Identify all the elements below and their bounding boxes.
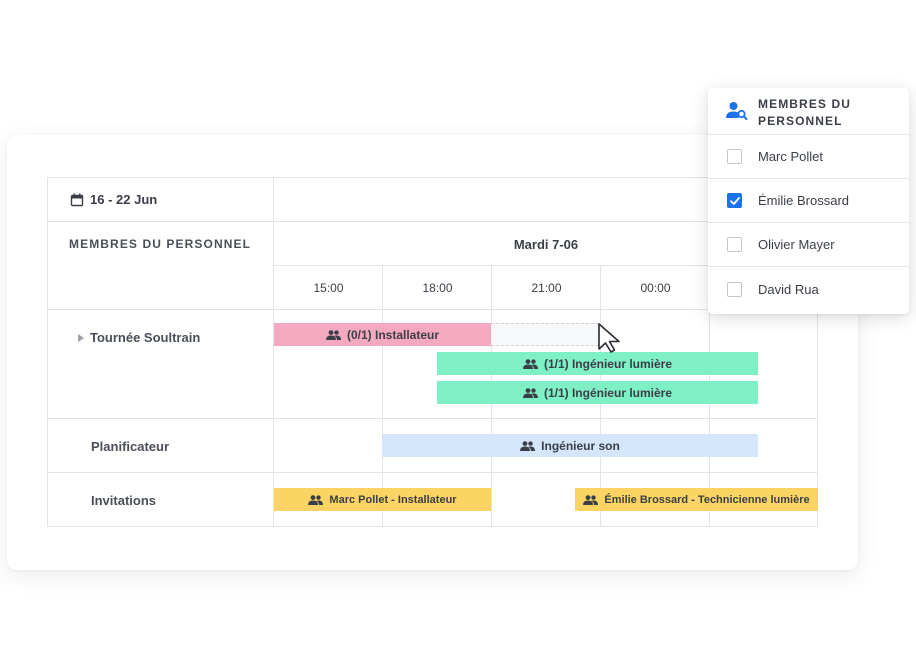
shift-light-engineer[interactable]: (1/1) Ingénieur lumière xyxy=(437,352,758,375)
checkbox[interactable] xyxy=(727,237,742,252)
shift-light-engineer[interactable]: (1/1) Ingénieur lumière xyxy=(437,381,758,404)
row-label: Invitations xyxy=(91,493,157,508)
checkbox-checked[interactable] xyxy=(727,193,742,208)
shift-sound-engineer[interactable]: Ingénieur son xyxy=(382,434,758,457)
staff-option-emilie-brossard[interactable]: Émilie Brossard xyxy=(708,178,909,222)
bar-label: Marc Pollet - Installateur xyxy=(329,493,457,506)
group-icon xyxy=(325,329,341,340)
time-label: 00:00 xyxy=(640,281,671,295)
user-search-icon xyxy=(726,102,748,120)
group-icon xyxy=(308,494,324,505)
invite-emilie-brossard[interactable]: Émilie Brossard - Technicienne lumière xyxy=(575,488,818,511)
group-icon xyxy=(583,494,599,505)
row-invitations: Invitations xyxy=(91,493,156,508)
staff-option-label: Émilie Brossard xyxy=(758,193,850,208)
row-label: Planificateur xyxy=(91,439,170,454)
invite-marc-pollet[interactable]: Marc Pollet - Installateur xyxy=(274,488,491,511)
group-icon xyxy=(522,358,538,369)
staff-filter-header: MEMBRES DU PERSONNEL xyxy=(708,88,909,134)
row-label: Tournée Soultrain xyxy=(90,330,201,345)
bar-label: (1/1) Ingénieur lumière xyxy=(543,356,673,371)
bar-label: Émilie Brossard - Technicienne lumière xyxy=(604,493,810,506)
staff-option-olivier-mayer[interactable]: Olivier Mayer xyxy=(708,222,909,266)
mouse-cursor-icon xyxy=(598,323,620,353)
staff-option-david-rua[interactable]: David Rua xyxy=(708,266,909,312)
grid-line xyxy=(48,309,818,310)
calendar-icon xyxy=(70,193,84,206)
staff-option-label: Olivier Mayer xyxy=(758,237,835,252)
staff-filter-title: MEMBRES DU PERSONNEL xyxy=(758,97,852,128)
time-label: 15:00 xyxy=(313,281,344,295)
checkbox[interactable] xyxy=(727,282,742,297)
grid-line xyxy=(48,472,818,473)
drag-preview xyxy=(491,323,599,346)
date-range-label: 16 - 22 Jun xyxy=(90,192,158,207)
staff-option-label: David Rua xyxy=(758,282,819,297)
group-icon xyxy=(520,440,536,451)
date-range-picker[interactable]: 16 - 22 Jun xyxy=(70,192,157,207)
row-tournee-soultrain[interactable]: Tournée Soultrain xyxy=(78,330,200,345)
expand-caret-icon[interactable] xyxy=(78,333,84,342)
staff-option-label: Marc Pollet xyxy=(758,149,824,164)
staff-option-marc-pollet[interactable]: Marc Pollet xyxy=(708,134,909,178)
group-icon xyxy=(522,387,538,398)
time-label: 21:00 xyxy=(531,281,562,295)
shift-installer-open[interactable]: (0/1) Installateur xyxy=(274,323,491,346)
staff-filter-panel: MEMBRES DU PERSONNEL Marc Pollet Émilie … xyxy=(708,88,909,314)
grid-line xyxy=(48,221,818,222)
bar-label: (1/1) Ingénieur lumière xyxy=(543,385,673,400)
row-planificateur: Planificateur xyxy=(91,439,169,454)
grid-line xyxy=(273,178,274,527)
bar-label: (0/1) Installateur xyxy=(346,327,440,342)
bar-label: Ingénieur son xyxy=(541,438,620,453)
grid-line xyxy=(48,418,818,419)
section-title: MEMBRES DU PERSONNEL xyxy=(69,237,252,251)
time-label: 18:00 xyxy=(422,281,453,295)
checkbox[interactable] xyxy=(727,149,742,164)
checkmark-icon xyxy=(729,196,740,205)
